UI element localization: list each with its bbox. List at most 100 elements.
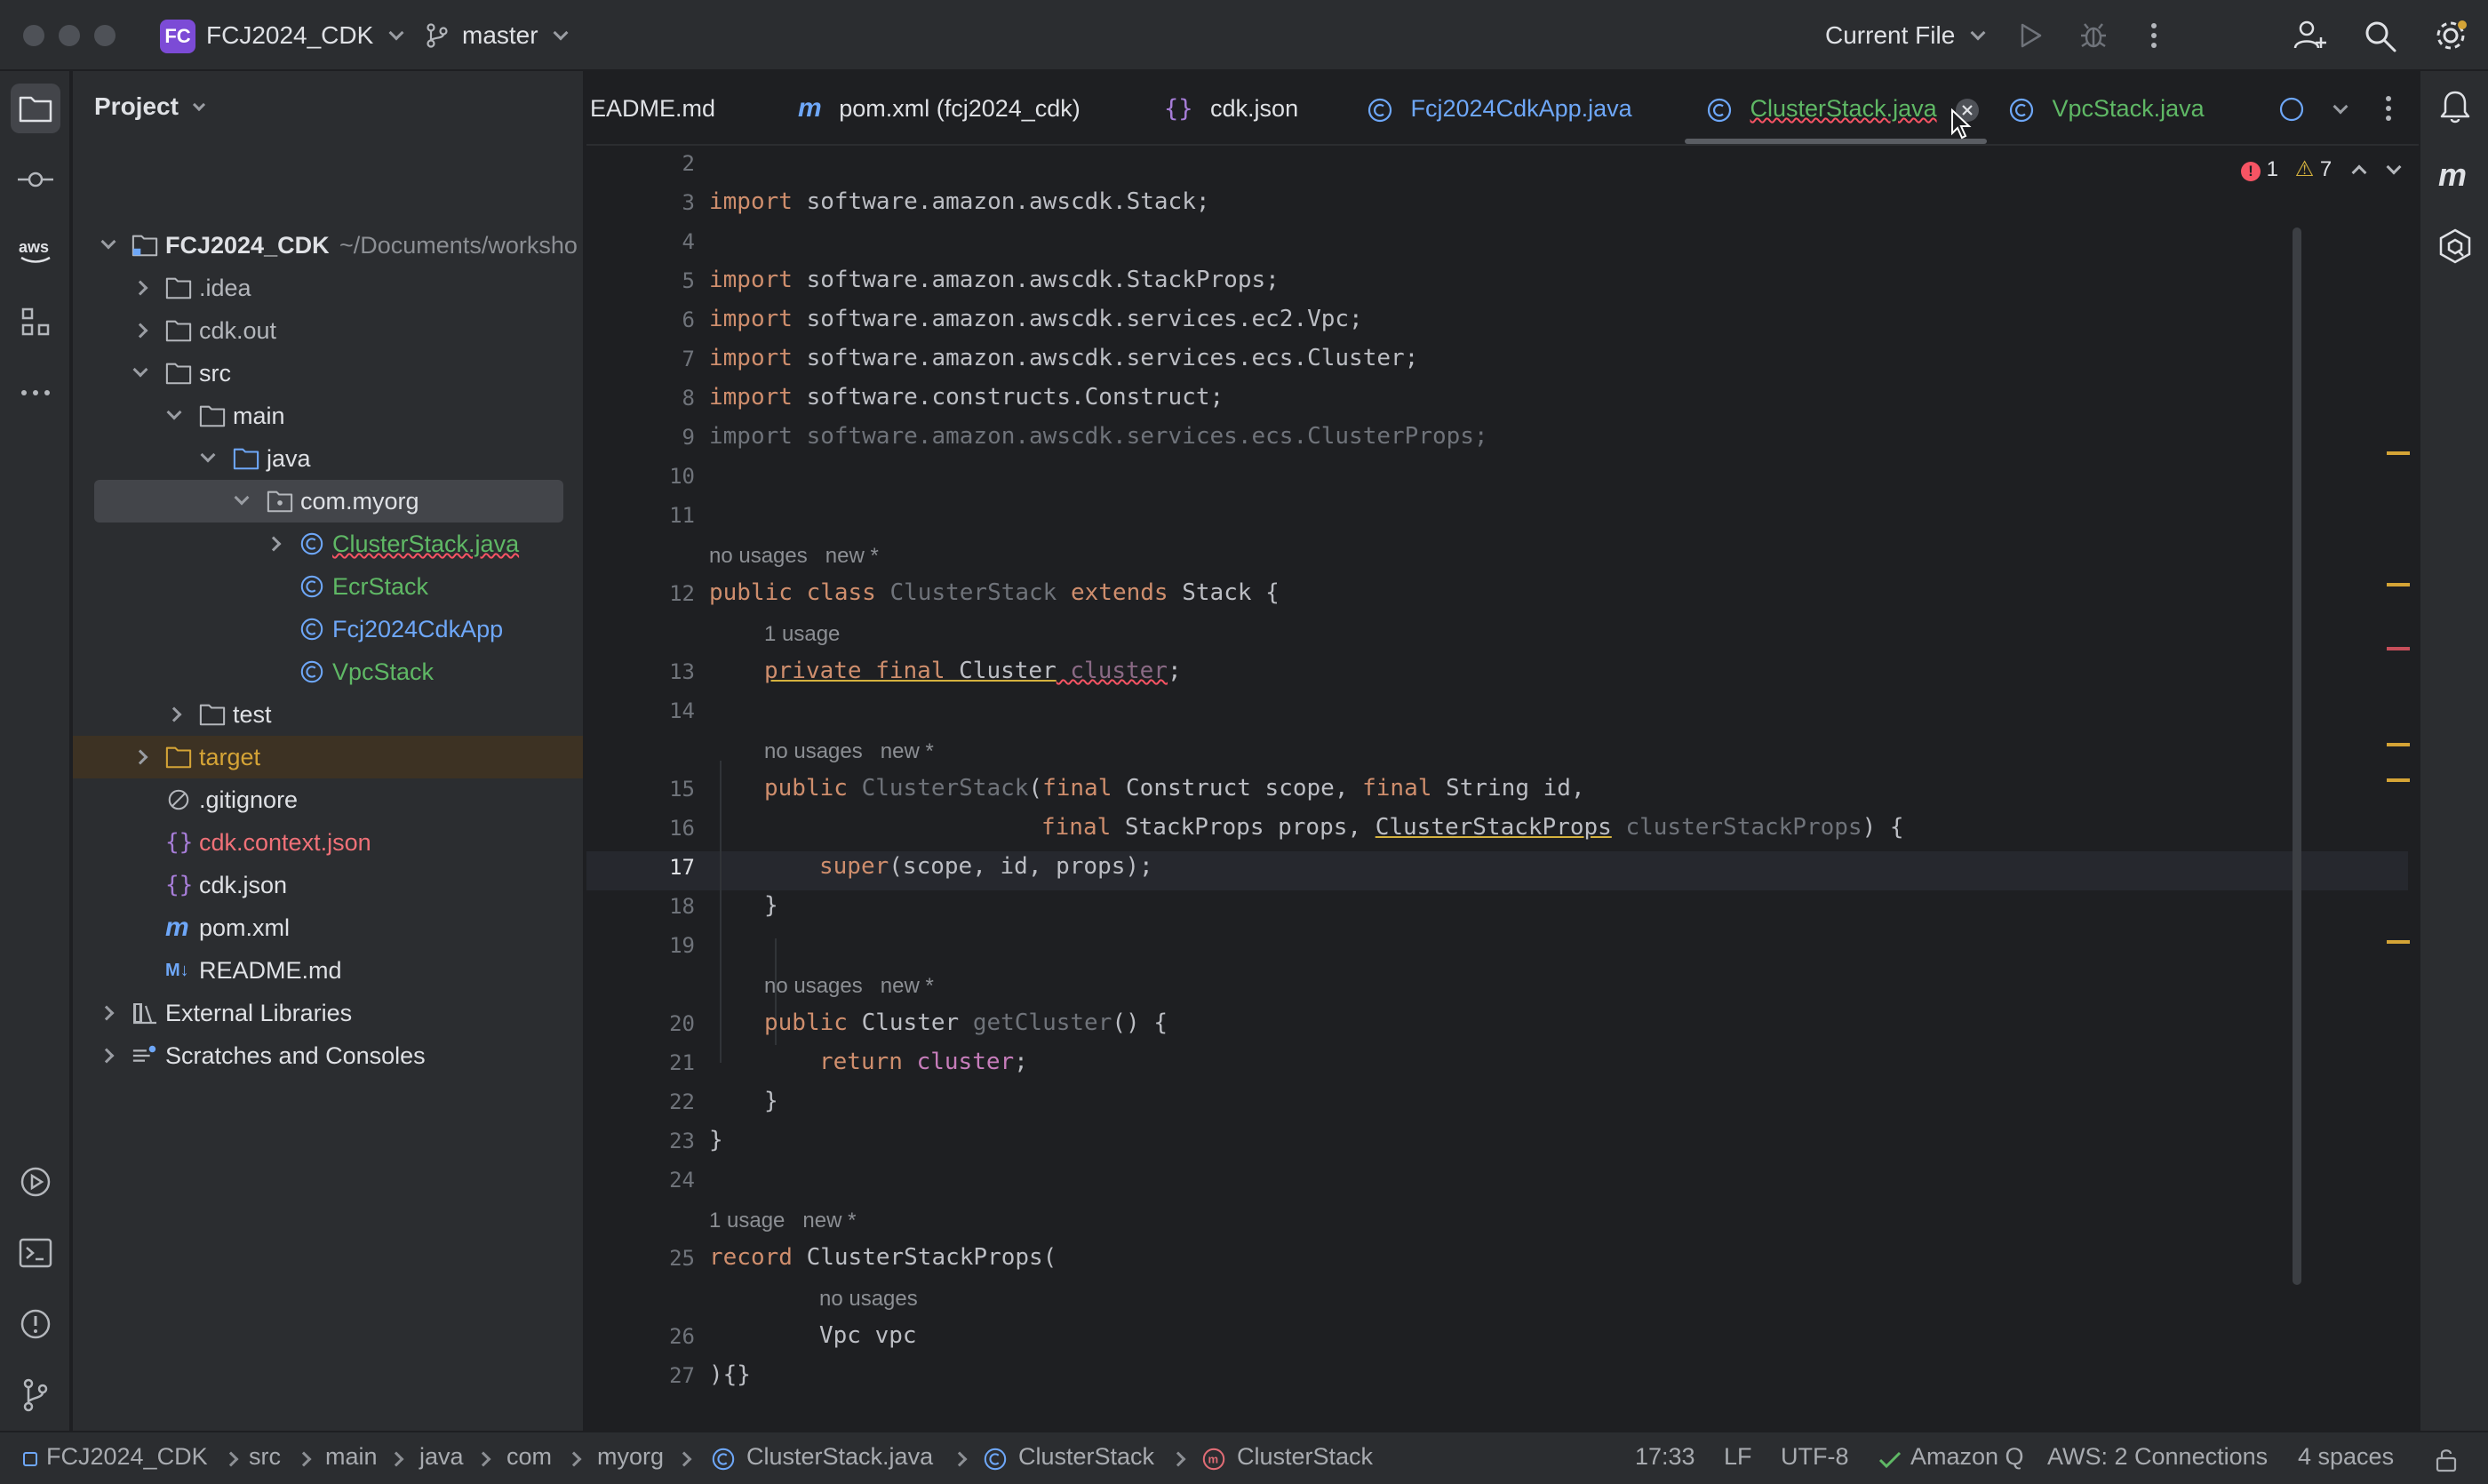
project-tool-button[interactable]: [11, 84, 60, 133]
tree-item-label: README.md: [199, 957, 342, 984]
aws-toolkit-button[interactable]: aws: [11, 226, 60, 275]
tree-item-main[interactable]: main: [73, 395, 583, 437]
package-icon: [267, 491, 293, 513]
window-zoom-button[interactable]: [94, 25, 116, 46]
window-close-button[interactable]: [23, 25, 44, 46]
aws-q-icon[interactable]: [2436, 227, 2474, 265]
tree-item-clusterstack-java[interactable]: ClusterStack.java: [73, 523, 583, 565]
breadcrumb-com[interactable]: com: [506, 1443, 552, 1471]
usage-hint[interactable]: 1 usage new *: [709, 1209, 856, 1233]
tree-item-project-root[interactable]: FCJ2024_CDK ~/Documents/worksho: [73, 224, 583, 267]
breadcrumb-java[interactable]: java: [419, 1443, 464, 1471]
title-bar: FC FCJ2024_CDK master Current File: [0, 0, 2488, 71]
line-number: 15: [669, 777, 695, 802]
tree-item-src[interactable]: src: [73, 352, 583, 395]
code-editor[interactable]: ! 1 ⚠ 7 2 3 4 5 6 7 8 9 10 11 12 13 14 1…: [586, 148, 2419, 1431]
tree-item-readme-md[interactable]: M↓ README.md: [73, 949, 583, 992]
warning-marker[interactable]: [2387, 743, 2410, 746]
tree-item-gitignore[interactable]: .gitignore: [73, 778, 583, 821]
vcs-branch-selector[interactable]: master: [462, 20, 569, 52]
project-selector[interactable]: FCJ2024_CDK: [206, 20, 404, 52]
breadcrumb-file[interactable]: ClusterStack.java: [746, 1443, 933, 1471]
inspection-widget[interactable]: ! 1 ⚠ 7: [2241, 156, 2402, 182]
breadcrumb-method[interactable]: ClusterStack: [1237, 1443, 1373, 1471]
tab-fcj2024cdkapp[interactable]: Fcj2024CdkApp.java: [1367, 71, 1632, 144]
aws-connections-status[interactable]: AWS: 2 Connections: [2047, 1443, 2268, 1471]
breadcrumb-src[interactable]: src: [249, 1443, 281, 1471]
tree-item-target[interactable]: target: [73, 736, 583, 778]
project-badge[interactable]: FC: [160, 20, 195, 53]
line-number: 25: [669, 1246, 695, 1271]
tree-item-cdk-context-json[interactable]: {} cdk.context.json: [73, 821, 583, 864]
file-encoding[interactable]: UTF-8: [1781, 1443, 1849, 1471]
run-icon[interactable]: [2017, 21, 2044, 50]
warning-marker[interactable]: [2387, 451, 2410, 455]
tree-item-pom-xml[interactable]: m pom.xml: [73, 906, 583, 949]
previous-problem-icon[interactable]: [2351, 164, 2367, 180]
warning-marker[interactable]: [2387, 778, 2410, 782]
tree-item-test[interactable]: test: [73, 693, 583, 736]
tree-item-com-myorg[interactable]: com.myorg: [94, 480, 563, 523]
maven-tool-button[interactable]: m: [2438, 156, 2467, 194]
terminal-tool-button[interactable]: [11, 1228, 60, 1278]
problems-tool-button[interactable]: [11, 1299, 60, 1349]
tree-item-scratches[interactable]: Scratches and Consoles: [73, 1034, 583, 1077]
debug-icon[interactable]: [2079, 20, 2108, 50]
code-line-7: import software.amazon.awscdk.services.e…: [709, 345, 1419, 371]
aws-icon: aws: [19, 238, 51, 263]
line-separator[interactable]: LF: [1724, 1443, 1752, 1471]
structure-tool-button[interactable]: [11, 297, 60, 347]
usage-hint[interactable]: no usages new *: [709, 544, 879, 569]
tree-item-cdk-json[interactable]: {} cdk.json: [73, 864, 583, 906]
commit-tool-button[interactable]: [11, 155, 60, 204]
usage-hint[interactable]: no usages new *: [764, 739, 934, 764]
tree-item-fcj2024cdkapp[interactable]: Fcj2024CdkApp: [73, 608, 583, 650]
tree-item-java[interactable]: java: [73, 437, 583, 480]
window-minimize-button[interactable]: [59, 25, 80, 46]
project-view-selector[interactable]: Project: [94, 92, 205, 121]
git-tool-button[interactable]: [11, 1370, 60, 1420]
services-tool-button[interactable]: [11, 1157, 60, 1207]
editor-scrollbar[interactable]: [2293, 227, 2301, 1285]
class-icon[interactable]: [2278, 96, 2305, 123]
read-only-toggle-icon[interactable]: [2433, 1447, 2460, 1473]
tree-item-idea[interactable]: .idea: [73, 267, 583, 309]
settings-gear-icon[interactable]: [2433, 18, 2468, 53]
tab-cdk-json[interactable]: {} cdk.json: [1164, 71, 1298, 144]
notifications-bell-icon[interactable]: [2438, 89, 2472, 124]
tree-item-vpcstack[interactable]: VpcStack: [73, 650, 583, 693]
more-tool-windows-button[interactable]: [11, 368, 60, 418]
search-icon[interactable]: [2364, 20, 2397, 53]
tree-item-ecrstack[interactable]: EcrStack: [73, 565, 583, 608]
warning-marker[interactable]: [2387, 583, 2410, 586]
amazon-q-status[interactable]: Amazon Q: [1910, 1443, 2024, 1471]
usage-hint[interactable]: 1 usage: [764, 622, 840, 647]
json-file-icon: {}: [1164, 95, 1193, 123]
terminal-icon: [19, 1238, 52, 1268]
error-marker[interactable]: [2387, 647, 2410, 650]
usage-hint[interactable]: no usages: [819, 1287, 918, 1312]
breadcrumb-project[interactable]: FCJ2024_CDK: [46, 1443, 208, 1471]
more-actions-icon[interactable]: [2380, 94, 2397, 123]
usage-hint[interactable]: no usages new *: [764, 974, 934, 999]
indent-setting[interactable]: 4 spaces: [2298, 1443, 2394, 1471]
warning-marker[interactable]: [2387, 940, 2410, 944]
tab-vpcstack[interactable]: VpcStack.java: [2008, 71, 2205, 144]
tab-clusterstack-active[interactable]: ClusterStack.java: [1706, 71, 1980, 144]
breadcrumb-class[interactable]: ClusterStack: [1018, 1443, 1154, 1471]
tab-pom-xml[interactable]: m pom.xml (fcj2024_cdk): [798, 71, 1081, 144]
tab-list-dropdown[interactable]: [2328, 98, 2355, 124]
breadcrumb-main[interactable]: main: [325, 1443, 378, 1471]
breadcrumb-myorg[interactable]: myorg: [597, 1443, 664, 1471]
panel-title: Project: [94, 92, 179, 120]
line-number: 2: [682, 151, 695, 176]
run-configuration-selector[interactable]: Current File: [1825, 20, 1986, 52]
class-icon: [300, 618, 323, 641]
more-actions-icon[interactable]: [2143, 21, 2165, 50]
next-problem-icon[interactable]: [2386, 159, 2402, 175]
tab-readme[interactable]: EADME.md: [590, 71, 715, 144]
caret-position[interactable]: 17:33: [1635, 1443, 1695, 1471]
tree-item-cdk-out[interactable]: cdk.out: [73, 309, 583, 352]
tree-item-external-libraries[interactable]: External Libraries: [73, 992, 583, 1034]
add-user-icon[interactable]: [2293, 18, 2328, 53]
